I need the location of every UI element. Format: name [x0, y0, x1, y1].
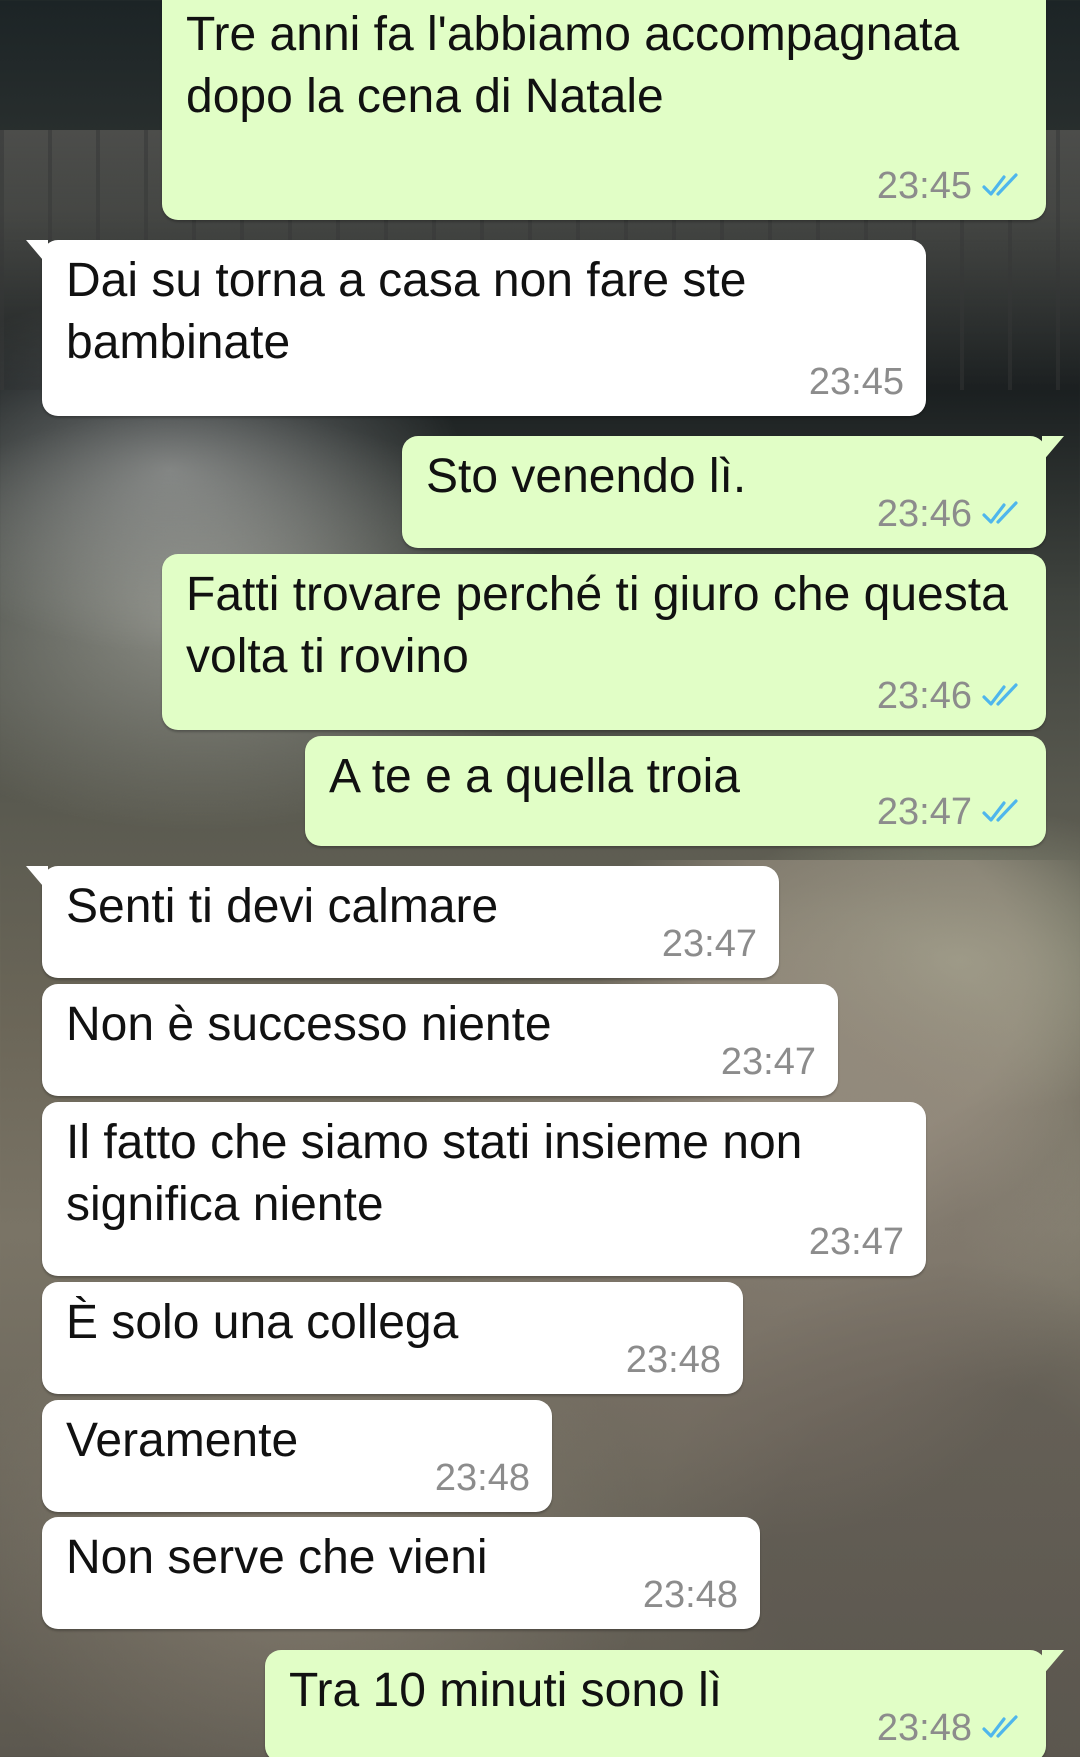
message-time: 23:48 — [876, 1707, 972, 1749]
message-bubble-outgoing[interactable]: Sto venendo lì. 23:46 — [402, 436, 1064, 548]
message-bubble-incoming[interactable]: Non è successo niente 23:47 — [42, 984, 838, 1096]
message-meta: 23:47 — [662, 924, 757, 964]
chat-message-list[interactable]: Tre anni fa l'abbiamo accompagnata dopo … — [0, 0, 1080, 1757]
message-text: Fatti trovare perché ti giuro che questa… — [186, 568, 1008, 683]
message-meta: 23:47 — [877, 792, 1024, 832]
message-meta: 23:46 — [877, 494, 1024, 534]
message-bubble-incoming[interactable]: Non serve che vieni 23:48 — [42, 1517, 760, 1629]
message-meta: 23:46 — [877, 676, 1024, 716]
message-time: 23:46 — [876, 675, 972, 717]
double-check-icon — [982, 799, 1018, 822]
double-check-icon — [982, 683, 1018, 706]
message-meta: 23:48 — [626, 1340, 721, 1380]
message-time: 23:47 — [661, 923, 757, 965]
message-text: Il fatto che siamo stati insieme non sig… — [66, 1116, 803, 1231]
message-bubble-incoming[interactable]: Veramente 23:48 — [42, 1400, 552, 1512]
message-meta: 23:48 — [435, 1458, 530, 1498]
message-bubble-outgoing[interactable]: A te e a quella troia 23:47 — [305, 736, 1046, 846]
message-meta: 23:48 — [877, 1708, 1024, 1748]
double-check-icon — [982, 1715, 1018, 1738]
message-bubble-outgoing[interactable]: Fatti trovare perché ti giuro che questa… — [162, 554, 1046, 730]
message-time: 23:47 — [876, 791, 972, 833]
double-check-icon — [982, 173, 1018, 196]
message-time: 23:48 — [625, 1339, 721, 1381]
message-text: È solo una collega — [66, 1296, 459, 1349]
message-text: Senti ti devi calmare — [66, 880, 499, 933]
message-bubble-outgoing[interactable]: Tra 10 minuti sono lì 23:48 — [265, 1650, 1064, 1757]
message-meta: 23:45 — [877, 166, 1024, 206]
message-time: 23:47 — [808, 1221, 904, 1263]
double-check-icon — [982, 501, 1018, 524]
message-meta: 23:48 — [643, 1575, 738, 1615]
message-text: Tre anni fa l'abbiamo accompagnata dopo … — [186, 8, 960, 123]
message-text: Dai su torna a casa non fare ste bambina… — [66, 254, 747, 369]
message-bubble-outgoing[interactable]: Tre anni fa l'abbiamo accompagnata dopo … — [162, 0, 1046, 220]
message-time: 23:48 — [434, 1457, 530, 1499]
message-time: 23:48 — [642, 1574, 738, 1616]
message-time: 23:47 — [720, 1041, 816, 1083]
message-time: 23:45 — [876, 165, 972, 207]
message-meta: 23:45 — [809, 362, 904, 402]
message-bubble-incoming[interactable]: Dai su torna a casa non fare ste bambina… — [26, 240, 926, 416]
message-bubble-incoming[interactable]: Il fatto che siamo stati insieme non sig… — [42, 1102, 926, 1276]
message-time: 23:46 — [876, 493, 972, 535]
message-text: Non serve che vieni — [66, 1531, 488, 1584]
message-text: Non è successo niente — [66, 998, 552, 1051]
message-bubble-incoming[interactable]: Senti ti devi calmare 23:47 — [26, 866, 779, 978]
message-time: 23:45 — [808, 361, 904, 403]
message-meta: 23:47 — [809, 1222, 904, 1262]
message-bubble-incoming[interactable]: È solo una collega 23:48 — [42, 1282, 743, 1394]
message-meta: 23:47 — [721, 1042, 816, 1082]
